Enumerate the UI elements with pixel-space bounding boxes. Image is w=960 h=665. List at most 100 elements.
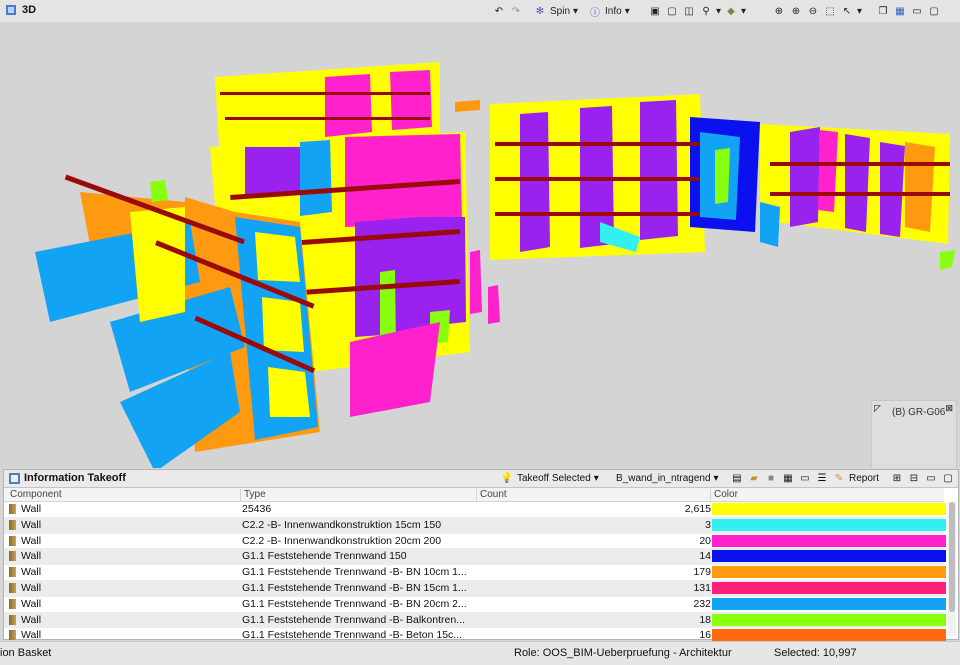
color-swatch[interactable] <box>712 581 946 594</box>
color-swatch[interactable] <box>712 518 946 531</box>
spin-icon: ✻ <box>535 5 545 17</box>
chevron-down-icon: ▾ <box>857 5 863 17</box>
zoom-box-icon[interactable]: ⬚ <box>823 4 837 18</box>
table-row[interactable]: Wall C2.2 -B- Innenwandkonstruktion 15cm … <box>4 517 946 534</box>
minimize-icon[interactable]: ▭ <box>910 4 924 18</box>
count-cell: 20 <box>699 534 711 547</box>
corner-icon: ◸ <box>874 403 881 413</box>
spin-label: Spin <box>550 5 571 17</box>
maximize-icon[interactable]: ▢ <box>927 4 941 18</box>
scrollbar-thumb[interactable] <box>949 502 955 612</box>
status-basket-label[interactable]: ion Basket <box>0 647 51 659</box>
color-swatch[interactable] <box>712 503 946 515</box>
count-cell: 179 <box>693 566 711 579</box>
type-cell: C2.2 -B- Innenwandkonstruktion 20cm 200 <box>242 534 442 547</box>
table-row[interactable]: Wall G1.1 Feststehende Trennwand -B- BN 1… <box>4 580 946 597</box>
undo-icon[interactable]: ↶ <box>492 4 506 18</box>
table-header: Component Type Count Color <box>4 488 944 502</box>
component-cell: Wall <box>9 550 41 562</box>
transparent-view-icon[interactable]: ◫ <box>682 4 696 18</box>
table-icon[interactable]: ▦ <box>781 472 795 486</box>
collapse-all-icon[interactable]: ⊟ <box>907 472 921 486</box>
visibility-icon[interactable]: ⚲ <box>699 4 713 18</box>
table-row[interactable]: Wall G1.1 Feststehende Trennwand -B- Balk… <box>4 612 946 629</box>
component-label: Wall <box>21 566 42 579</box>
redo-icon[interactable]: ↷ <box>509 4 523 18</box>
component-label: Wall <box>21 550 42 563</box>
minimap-label: (B) GR-G06 <box>892 407 946 418</box>
navigation-minimap[interactable]: ◸ (B) GR-G06 ⊠ ➚ <box>871 400 957 468</box>
component-cell: Wall <box>9 535 41 547</box>
wall-icon <box>9 567 16 578</box>
box-icon[interactable]: ◆ <box>724 4 738 18</box>
view-title: 3D <box>22 4 37 16</box>
table-row[interactable]: Wall C2.2 -B- Innenwandkonstruktion 20cm … <box>4 534 946 550</box>
wireframe-view-icon[interactable]: ▢ <box>665 4 679 18</box>
component-label: Wall <box>21 503 42 515</box>
count-cell: 131 <box>693 581 711 594</box>
pointer-icon[interactable]: ↖ <box>840 4 854 18</box>
folder-icon[interactable]: ▭ <box>798 472 812 486</box>
vertical-scrollbar[interactable] <box>948 502 956 636</box>
information-takeoff-panel: Information Takeoff 💡 Takeoff Selected ▾… <box>3 469 959 660</box>
info-button[interactable]: ⓘ Info ▾ <box>588 3 630 19</box>
report-icon: ✎ <box>834 473 844 484</box>
close-icon[interactable]: ⊠ <box>945 403 953 414</box>
view-titlebar: 3D ↶ ↷ ✻ Spin ▾ ⓘ Info ▾ ▣ ▢ ◫ ⚲ ▾ ◆ ▾ ⊕… <box>0 0 960 23</box>
minimize-icon[interactable]: ▭ <box>924 472 938 486</box>
open-folder-icon[interactable]: ▰ <box>747 472 761 486</box>
takeoff-icon <box>9 473 20 484</box>
count-cell: 18 <box>699 613 711 626</box>
zoom-fit-icon[interactable]: ⊕ <box>772 4 786 18</box>
panel-header: Information Takeoff 💡 Takeoff Selected ▾… <box>4 470 958 488</box>
navigator-marker-icon: ➚ <box>918 467 928 468</box>
column-header-color[interactable]: Color <box>710 489 738 501</box>
solid-view-icon[interactable]: ▣ <box>648 4 662 18</box>
table-row[interactable]: Wall G1.1 Feststehende Trennwand 150 14 <box>4 549 946 566</box>
wall-icon <box>9 504 16 514</box>
building-model-render[interactable] <box>0 22 960 468</box>
table-row[interactable]: Wall G1.1 Feststehende Trennwand -B- BN 2… <box>4 597 946 613</box>
type-cell: G1.1 Feststehende Trennwand -B- BN 10cm … <box>242 566 467 579</box>
color-swatch[interactable] <box>712 534 946 547</box>
new-window-icon[interactable]: ❐ <box>876 4 890 18</box>
zoom-in-icon[interactable]: ⊕ <box>789 4 803 18</box>
component-cell: Wall <box>9 503 41 515</box>
3d-view-icon <box>6 5 16 15</box>
count-cell: 14 <box>699 550 711 563</box>
table-row[interactable]: Wall G1.1 Feststehende Trennwand -B- BN 1… <box>4 565 946 581</box>
chevron-down-icon: ▾ <box>713 473 719 484</box>
chevron-down-icon: ▾ <box>573 5 579 17</box>
status-selected: Selected: 10,997 <box>774 647 857 659</box>
expand-all-icon[interactable]: ⊞ <box>890 472 904 486</box>
column-header-type[interactable]: Type <box>240 489 266 501</box>
spin-button[interactable]: ✻ Spin ▾ <box>533 3 578 19</box>
3d-viewport[interactable]: ◸ (B) GR-G06 ⊠ ➚ <box>0 22 960 468</box>
takeoff-mode-dropdown[interactable]: 💡 Takeoff Selected ▾ <box>500 471 599 486</box>
type-cell: G1.1 Feststehende Trennwand -B- Balkontr… <box>242 613 465 626</box>
layout-icon[interactable]: ▦ <box>893 4 907 18</box>
color-swatch[interactable] <box>712 629 946 642</box>
table-row[interactable]: Wall 25436 2,615 <box>4 502 946 518</box>
layers-icon[interactable]: ☰ <box>815 472 829 486</box>
color-swatch[interactable] <box>712 613 946 626</box>
zoom-out-icon[interactable]: ⊖ <box>806 4 820 18</box>
type-cell: G1.1 Feststehende Trennwand -B- BN 15cm … <box>242 581 467 594</box>
color-swatch[interactable] <box>712 597 946 610</box>
info-label: Info <box>605 5 622 17</box>
wall-icon <box>9 551 16 562</box>
column-header-component[interactable]: Component <box>7 489 62 501</box>
color-swatch[interactable] <box>712 550 946 563</box>
column-header-count[interactable]: Count <box>476 489 507 501</box>
component-label: Wall <box>21 534 42 547</box>
takeoff-mode-label: Takeoff Selected <box>517 473 591 484</box>
stop-icon[interactable]: ■ <box>764 472 778 486</box>
filter-dropdown[interactable]: B_wand_in_ntragend ▾ <box>616 471 719 486</box>
maximize-icon[interactable]: ▢ <box>941 472 955 486</box>
status-role: Role: OOS_BIM-Ueberpruefung - Architektu… <box>514 647 732 659</box>
report-button[interactable]: ✎ Report <box>832 471 879 486</box>
info-icon: ⓘ <box>590 7 600 19</box>
new-file-icon[interactable]: ▤ <box>730 472 744 486</box>
color-swatch[interactable] <box>712 566 946 579</box>
wall-icon <box>9 582 16 593</box>
